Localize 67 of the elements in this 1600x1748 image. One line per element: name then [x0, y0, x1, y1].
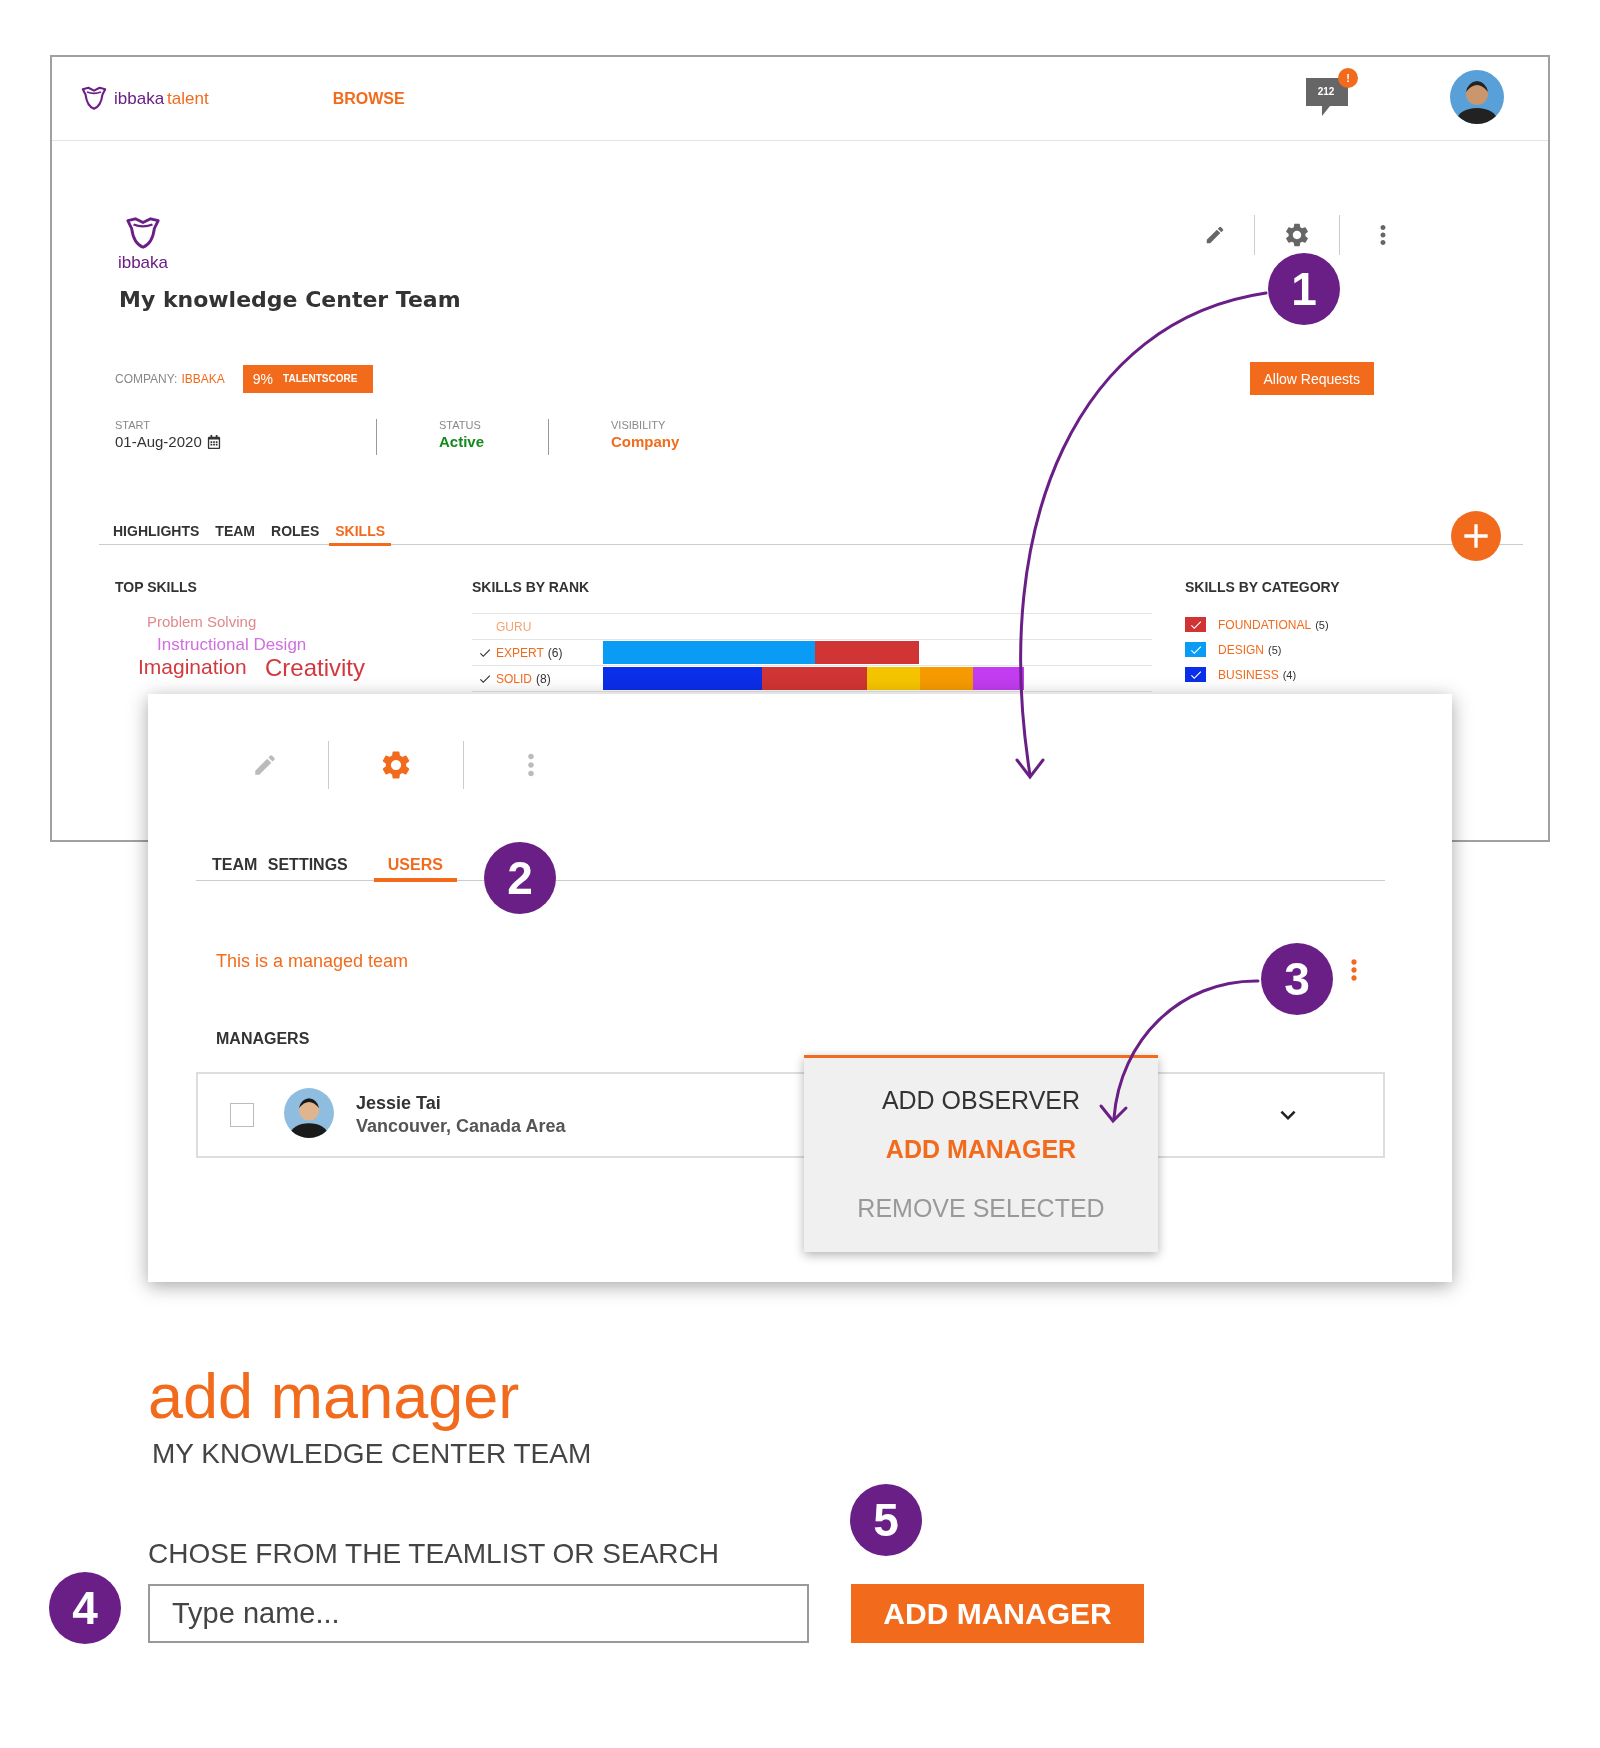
- field-value: 01-Aug-2020: [115, 433, 202, 451]
- category-count: (5): [1268, 643, 1282, 656]
- manager-avatar: [284, 1088, 334, 1138]
- rank-name: SOLID: [496, 671, 532, 686]
- skill-word: Creativity: [265, 654, 366, 683]
- field-value: Active: [439, 433, 485, 451]
- tab[interactable]: TEAM: [209, 523, 261, 547]
- skill-word: Problem Solving: [147, 613, 257, 631]
- category-checkbox[interactable]: [1185, 617, 1206, 633]
- section-title: MANAGERS: [215, 1030, 311, 1048]
- field-value: Company: [611, 433, 680, 451]
- rank-count: (8): [536, 671, 551, 686]
- logo-icon: [80, 85, 108, 112]
- skill-word: Imagination: [138, 655, 247, 680]
- category-name: DESIGN: [1218, 642, 1264, 657]
- section-title: SKILLS BY RANK: [472, 579, 591, 596]
- category-name: BUSINESS: [1218, 667, 1279, 682]
- manager-location: Vancouver, Canada Area: [356, 1116, 566, 1137]
- skill-word: Instructional Design: [157, 635, 307, 656]
- field-label: CHOSE FROM THE TEAMLIST OR SEARCH: [148, 1537, 720, 1571]
- menu-item[interactable]: REMOVE SELECTED: [857, 1194, 1105, 1223]
- manager-name: Jessie Tai: [356, 1093, 442, 1114]
- section-title: SKILLS BY CATEGORY: [1185, 579, 1341, 596]
- category-checkbox[interactable]: [1185, 667, 1206, 683]
- calendar-icon[interactable]: [206, 434, 221, 449]
- menu-item[interactable]: ADD OBSERVER: [881, 1086, 1081, 1115]
- tab[interactable]: TEAM SETTINGS: [198, 856, 362, 882]
- tab[interactable]: HIGHLIGHTS: [107, 523, 206, 547]
- field-label: START: [115, 419, 152, 432]
- tab[interactable]: USERS: [373, 856, 457, 882]
- logo-text: ibbaka: [114, 88, 165, 109]
- add-manager-button[interactable]: ADD MANAGER: [851, 1584, 1144, 1643]
- category-name: FOUNDATIONAL: [1218, 617, 1312, 632]
- add-button[interactable]: [1451, 511, 1501, 562]
- field-label: STATUS: [439, 419, 482, 432]
- rank-count: (6): [547, 645, 563, 660]
- message-count: 212: [1316, 85, 1336, 97]
- avatar: [1450, 69, 1504, 124]
- rank-name: EXPERT: [496, 645, 544, 660]
- company-name: IBBAKA: [181, 371, 225, 386]
- nav-link[interactable]: BROWSE: [332, 89, 405, 108]
- tab[interactable]: ROLES: [265, 523, 326, 547]
- step-number: 5: [850, 1484, 922, 1556]
- notification-badge: !: [1338, 67, 1358, 88]
- logo-text: talent: [167, 88, 209, 109]
- settings-icon[interactable]: [1283, 221, 1311, 249]
- category-count: (5): [1315, 618, 1329, 631]
- talentscore-value: 9%: [252, 370, 274, 387]
- edit-icon[interactable]: [1204, 224, 1226, 246]
- talentscore-label: TALENTSCORE: [283, 373, 358, 385]
- team-name: MY KNOWLEDGE CENTER TEAM: [152, 1437, 593, 1471]
- allow-requests-button[interactable]: Allow Requests: [1249, 362, 1374, 396]
- team-logo-text: ibbaka: [117, 253, 169, 274]
- company-label: COMPANY:: [115, 371, 178, 386]
- logo-icon: [124, 215, 162, 252]
- managed-team-note: This is a managed team: [215, 951, 409, 972]
- tab[interactable]: SKILLS: [329, 523, 392, 547]
- field-label: VISIBILITY: [611, 419, 667, 432]
- team-title: My knowledge Center Team: [119, 287, 461, 313]
- category-count: (4): [1282, 668, 1297, 681]
- category-checkbox[interactable]: [1185, 642, 1206, 658]
- page-title: add manager: [148, 1360, 521, 1432]
- section-title: TOP SKILLS: [115, 579, 198, 596]
- rank-name: GURU: [496, 619, 532, 634]
- checkbox[interactable]: [230, 1103, 254, 1127]
- step-number: 4: [49, 1572, 121, 1644]
- name-input[interactable]: Type name...: [148, 1584, 809, 1643]
